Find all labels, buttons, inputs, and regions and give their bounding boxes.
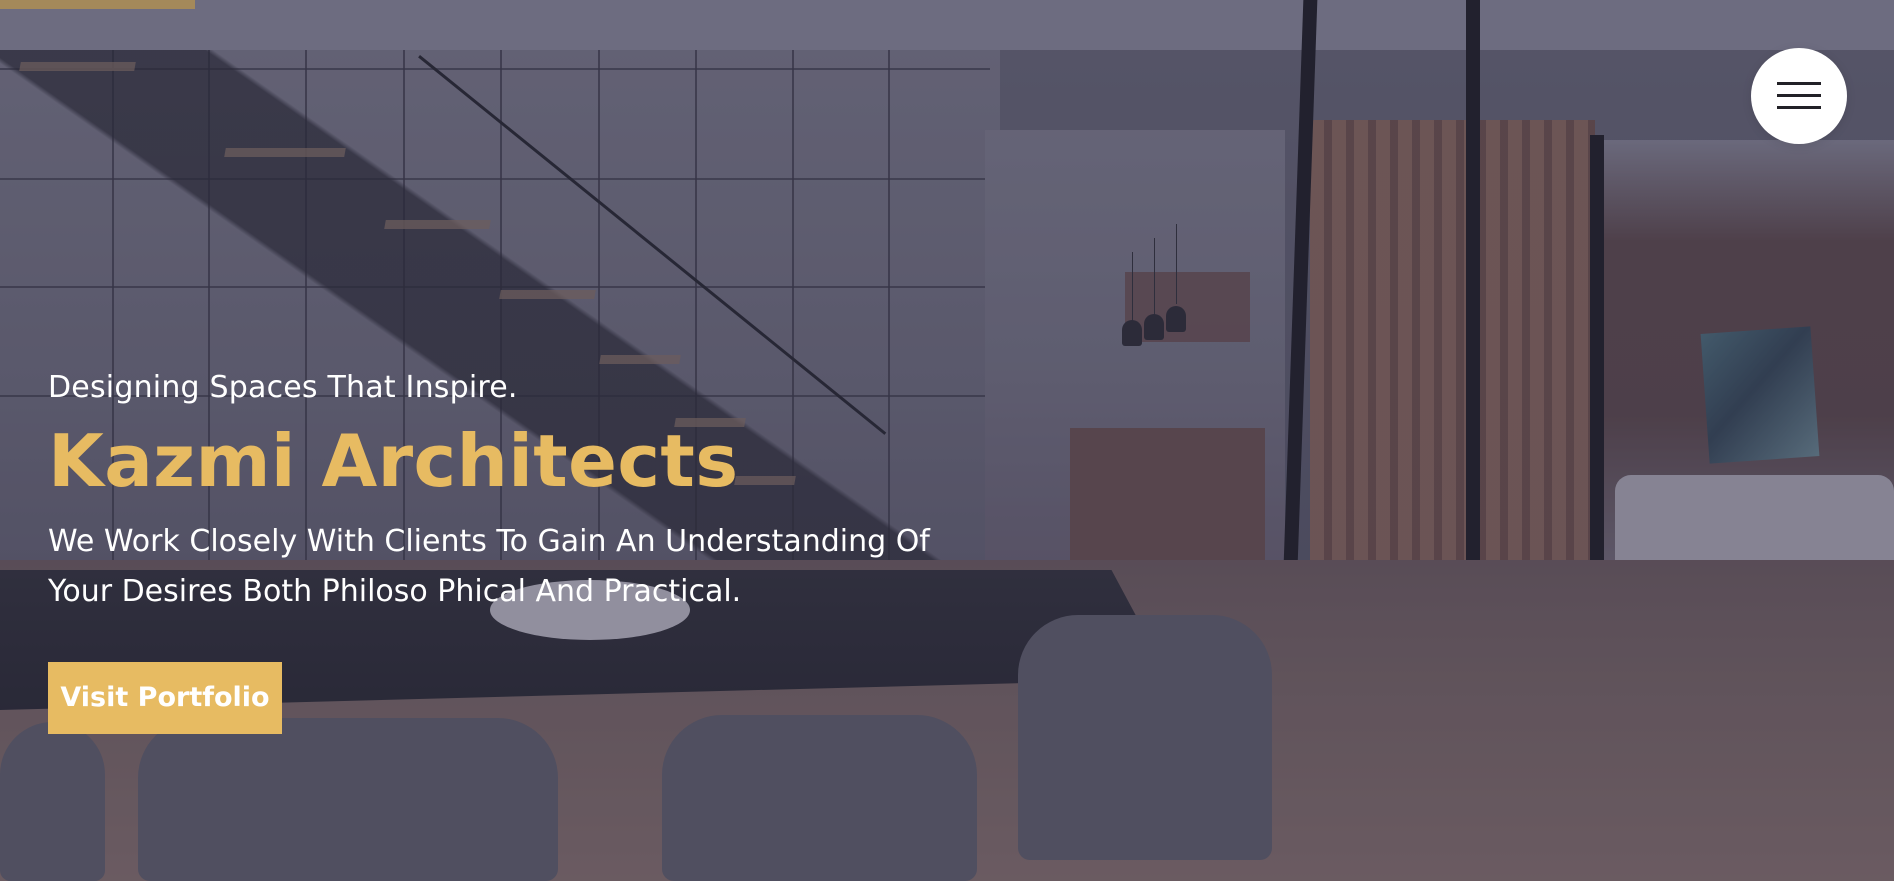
hero-section: Designing Spaces That Inspire. Kazmi Arc…: [0, 0, 1894, 881]
company-title: Kazmi Architects: [48, 419, 739, 503]
visit-portfolio-button[interactable]: Visit Portfolio: [48, 661, 282, 734]
hamburger-line: [1777, 82, 1821, 85]
hamburger-line: [1777, 106, 1821, 109]
hero-eyebrow: Designing Spaces That Inspire.: [48, 370, 518, 405]
hamburger-menu-icon: [1777, 82, 1821, 110]
hero-content: Designing Spaces That Inspire. Kazmi Arc…: [48, 370, 1028, 734]
menu-button[interactable]: [1751, 48, 1847, 144]
hero-description: We Work Closely With Clients To Gain An …: [48, 523, 930, 610]
hamburger-line: [1777, 94, 1821, 97]
